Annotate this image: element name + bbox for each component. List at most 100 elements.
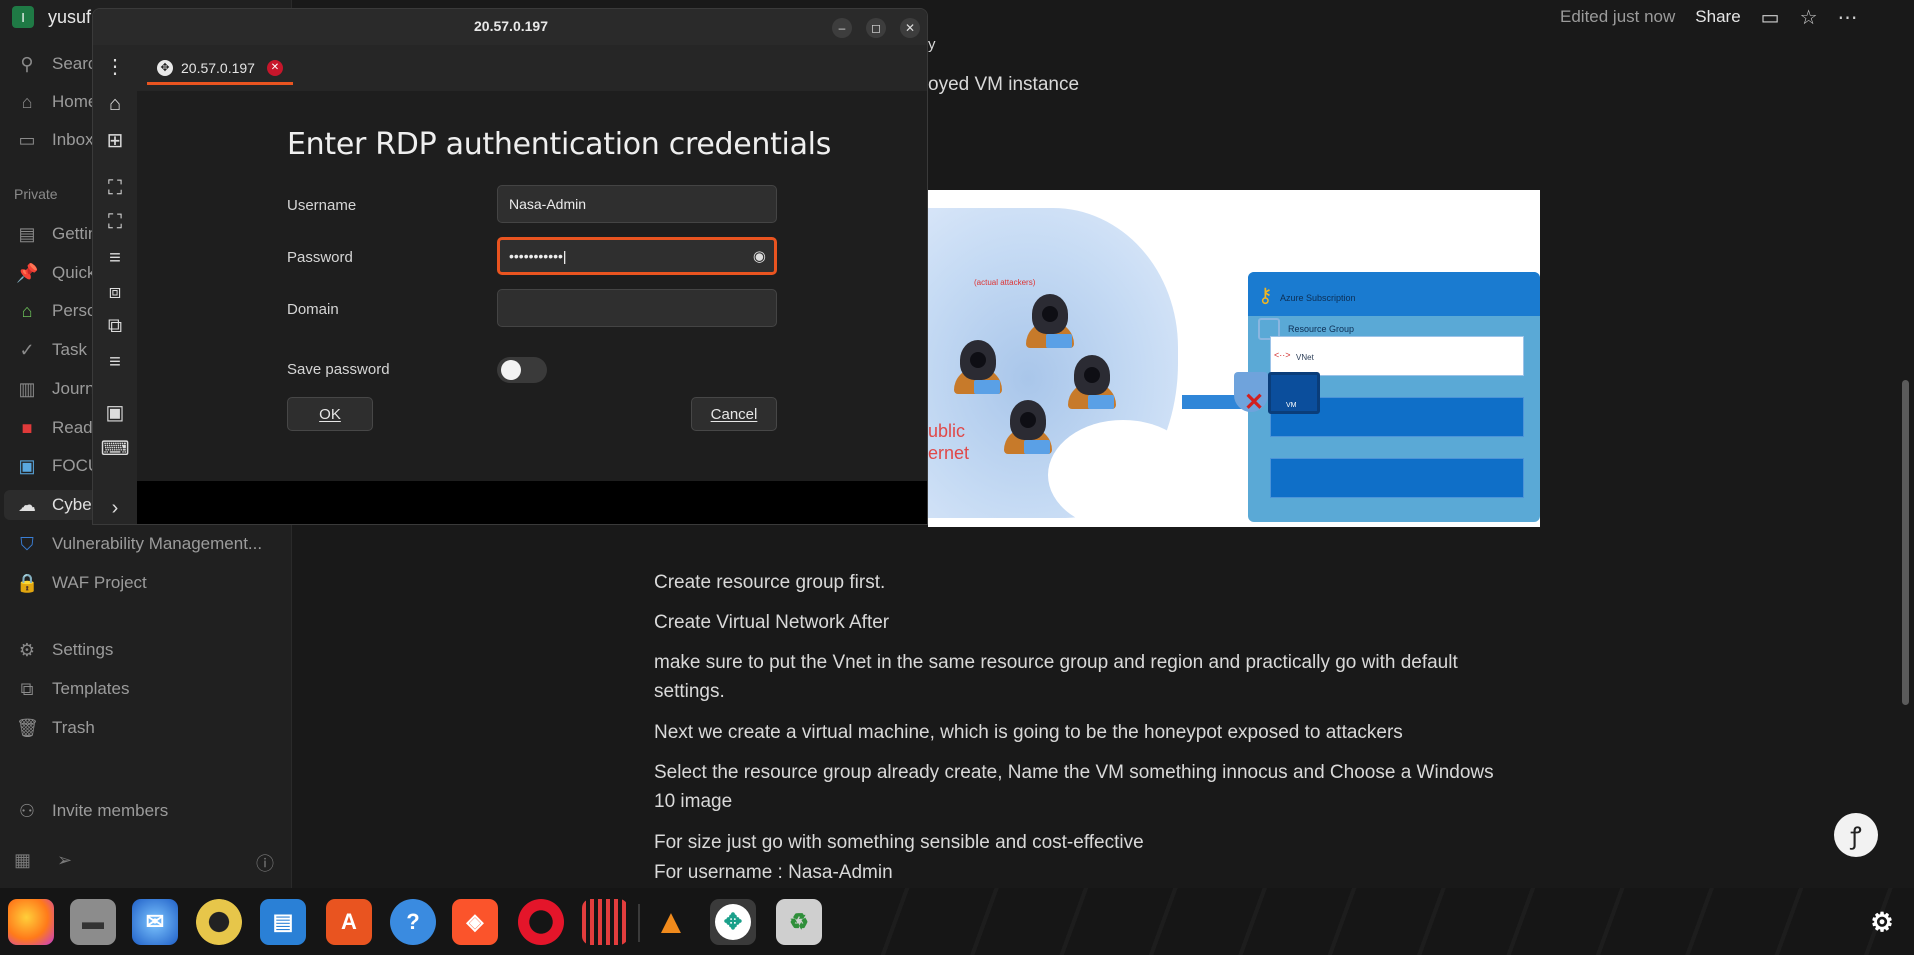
content-paragraph[interactable]: Next we create a virtual machine, which … xyxy=(654,722,1403,744)
new-connection-icon[interactable]: ⊞ xyxy=(102,127,128,153)
maximize-icon[interactable]: ◻ xyxy=(866,18,886,38)
sidebar-item-label: Inbox xyxy=(52,130,94,149)
scaled-mode-icon[interactable]: ⧈ xyxy=(102,279,128,305)
sidebar-item-vulnerability-management[interactable]: ⛉ Vulnerability Management... xyxy=(16,529,286,559)
thunderbird-icon[interactable]: ✉ xyxy=(132,899,178,945)
sidebar-item-templates[interactable]: ⧉ Templates xyxy=(16,674,286,704)
fit-window-icon[interactable]: ⛶ xyxy=(102,175,128,201)
tab-connection[interactable]: ✥ 20.57.0.197 ✕ xyxy=(147,53,293,85)
search-icon: ⚲ xyxy=(20,53,34,74)
pushpin-icon: 📌 xyxy=(16,262,39,283)
help-icon[interactable]: ⓘ xyxy=(256,850,274,876)
sidebar-item-settings[interactable]: ⚙ Settings xyxy=(16,635,286,665)
remmina-icon[interactable]: ✥ xyxy=(710,899,756,945)
lock-icon: 🔒 xyxy=(16,572,39,593)
sidebar-item-label: Templates xyxy=(52,679,130,698)
close-icon[interactable]: ✕ xyxy=(900,18,920,38)
book-icon: ▥ xyxy=(18,378,36,399)
username-label: Username xyxy=(287,197,357,214)
brave-icon[interactable]: ◈ xyxy=(452,899,498,945)
home-icon: ⌂ xyxy=(21,91,33,112)
keyboard-icon[interactable]: ⌨ xyxy=(101,435,130,461)
house-icon: ⌂ xyxy=(21,300,33,321)
red-book-icon: ■ xyxy=(21,417,33,438)
content-paragraph[interactable]: For username : Nasa-Admin xyxy=(654,862,893,884)
share-button[interactable]: Share xyxy=(1695,7,1740,27)
trash-icon[interactable]: ♻ xyxy=(776,899,822,945)
sidebar-section-private: Private xyxy=(14,186,58,202)
opera-icon[interactable] xyxy=(518,899,564,945)
blocked-x-icon: ✕ xyxy=(1244,389,1265,416)
checkmark-icon: ✓ xyxy=(19,339,35,360)
honeypot-architecture-diagram: (actual attackers) ublic ernet ⚷ Azure Su… xyxy=(928,190,1540,527)
trash-icon: 🗑 xyxy=(16,717,39,738)
chevron-right-icon[interactable]: › xyxy=(102,495,128,521)
ok-button[interactable]: OK xyxy=(287,397,373,431)
comment-icon[interactable]: ▭ xyxy=(1761,5,1780,30)
show-apps-icon[interactable]: ⚙ xyxy=(1862,902,1902,942)
rhythmbox-icon[interactable] xyxy=(196,899,242,945)
save-password-toggle[interactable] xyxy=(497,357,547,383)
toolbar-menu-icon[interactable]: ≡ xyxy=(102,349,128,375)
fullscreen-icon[interactable]: ⛶ xyxy=(102,209,128,235)
dock-separator xyxy=(638,904,640,942)
content-paragraph[interactable]: make sure to put the Vnet in the same re… xyxy=(654,648,1514,706)
password-label: Password xyxy=(287,249,353,266)
sidebar-item-invite-members[interactable]: ⚇ Invite members xyxy=(16,796,286,826)
minimize-icon[interactable]: – xyxy=(832,18,852,38)
content-paragraph[interactable]: Select the resource group already create… xyxy=(654,758,1514,816)
vnet-label: VNet xyxy=(1296,353,1314,362)
workspace-name: yusuf xyxy=(48,6,92,27)
username-field[interactable]: Nasa-Admin xyxy=(497,185,777,223)
tab-close-icon[interactable]: ✕ xyxy=(266,59,283,76)
star-icon[interactable]: ☆ xyxy=(1800,5,1818,30)
content-paragraph[interactable]: Create Virtual Network After xyxy=(654,612,889,634)
public-internet-line2: ernet xyxy=(928,443,970,463)
help-icon[interactable]: ? xyxy=(390,899,436,945)
desktop-wallpaper-strip xyxy=(820,888,1914,955)
page-scrollbar[interactable] xyxy=(1902,380,1909,705)
writer-icon[interactable]: ▤ xyxy=(260,899,306,945)
firefox-icon[interactable] xyxy=(8,899,54,945)
vnet-icon: <··> xyxy=(1274,350,1291,360)
show-password-icon[interactable]: ◉ xyxy=(753,247,766,265)
cancel-button[interactable]: Cancel xyxy=(691,397,777,431)
dynamic-resolution-icon[interactable]: ⧉ xyxy=(102,313,128,339)
vm-label: VM xyxy=(1286,402,1297,409)
calendar-icon[interactable]: ▦ xyxy=(14,850,31,876)
vlc-icon[interactable]: ▲ xyxy=(648,899,694,945)
toolbar-menu-icon[interactable]: ≡ xyxy=(102,245,128,271)
resource-group-label: Resource Group xyxy=(1288,324,1355,334)
sidebar-item-label: Trash xyxy=(52,718,95,737)
workspace-avatar: I xyxy=(12,6,34,28)
workspace-switcher[interactable]: I yusuf xyxy=(12,6,91,28)
computer-icon: ▣ xyxy=(18,455,36,476)
sidebar-item-waf-project[interactable]: 🔒 WAF Project xyxy=(16,568,286,598)
menu-kebab-icon[interactable]: ⋮ xyxy=(102,53,128,79)
dialog-title: Enter RDP authentication credentials xyxy=(287,127,832,162)
sidebar-item-trash[interactable]: 🗑 Trash xyxy=(16,713,286,743)
multi-monitor-icon[interactable]: ▣ xyxy=(102,399,128,425)
hacker-icon xyxy=(1068,355,1116,411)
content-paragraph[interactable]: For size just go with something sensible… xyxy=(654,832,1144,854)
save-password-label: Save password xyxy=(287,361,390,378)
more-options-icon[interactable]: ⋯ xyxy=(1838,5,1858,30)
subnet-box xyxy=(1270,458,1524,498)
domain-field[interactable] xyxy=(497,289,777,327)
content-paragraph[interactable]: Create resource group first. xyxy=(654,572,885,594)
partial-text-line: oyed VM instance xyxy=(928,74,1079,96)
remmina-toolbar: ⋮ ⌂ ⊞ ⛶ ⛶ ≡ ⧈ ⧉ ≡ ▣ ⌨ › xyxy=(93,45,137,524)
home-icon[interactable]: ⌂ xyxy=(102,91,128,117)
send-icon[interactable]: ➢ xyxy=(57,850,72,876)
notion-ai-button[interactable]: ꝭ xyxy=(1834,813,1878,857)
basket-icon[interactable] xyxy=(582,899,628,945)
partial-text-value: oyed VM instance xyxy=(928,74,1080,95)
cloud-gap xyxy=(1048,420,1198,527)
key-icon: ⚷ xyxy=(1258,285,1273,307)
password-field[interactable]: ••••••••••• | ◉ xyxy=(497,237,777,275)
files-icon[interactable]: ▬ xyxy=(70,899,116,945)
window-titlebar[interactable]: 20.57.0.197 – ◻ ✕ xyxy=(93,9,927,45)
templates-icon: ⧉ xyxy=(20,678,34,699)
invite-icon: ⚇ xyxy=(18,800,36,821)
app-center-icon[interactable]: A xyxy=(326,899,372,945)
